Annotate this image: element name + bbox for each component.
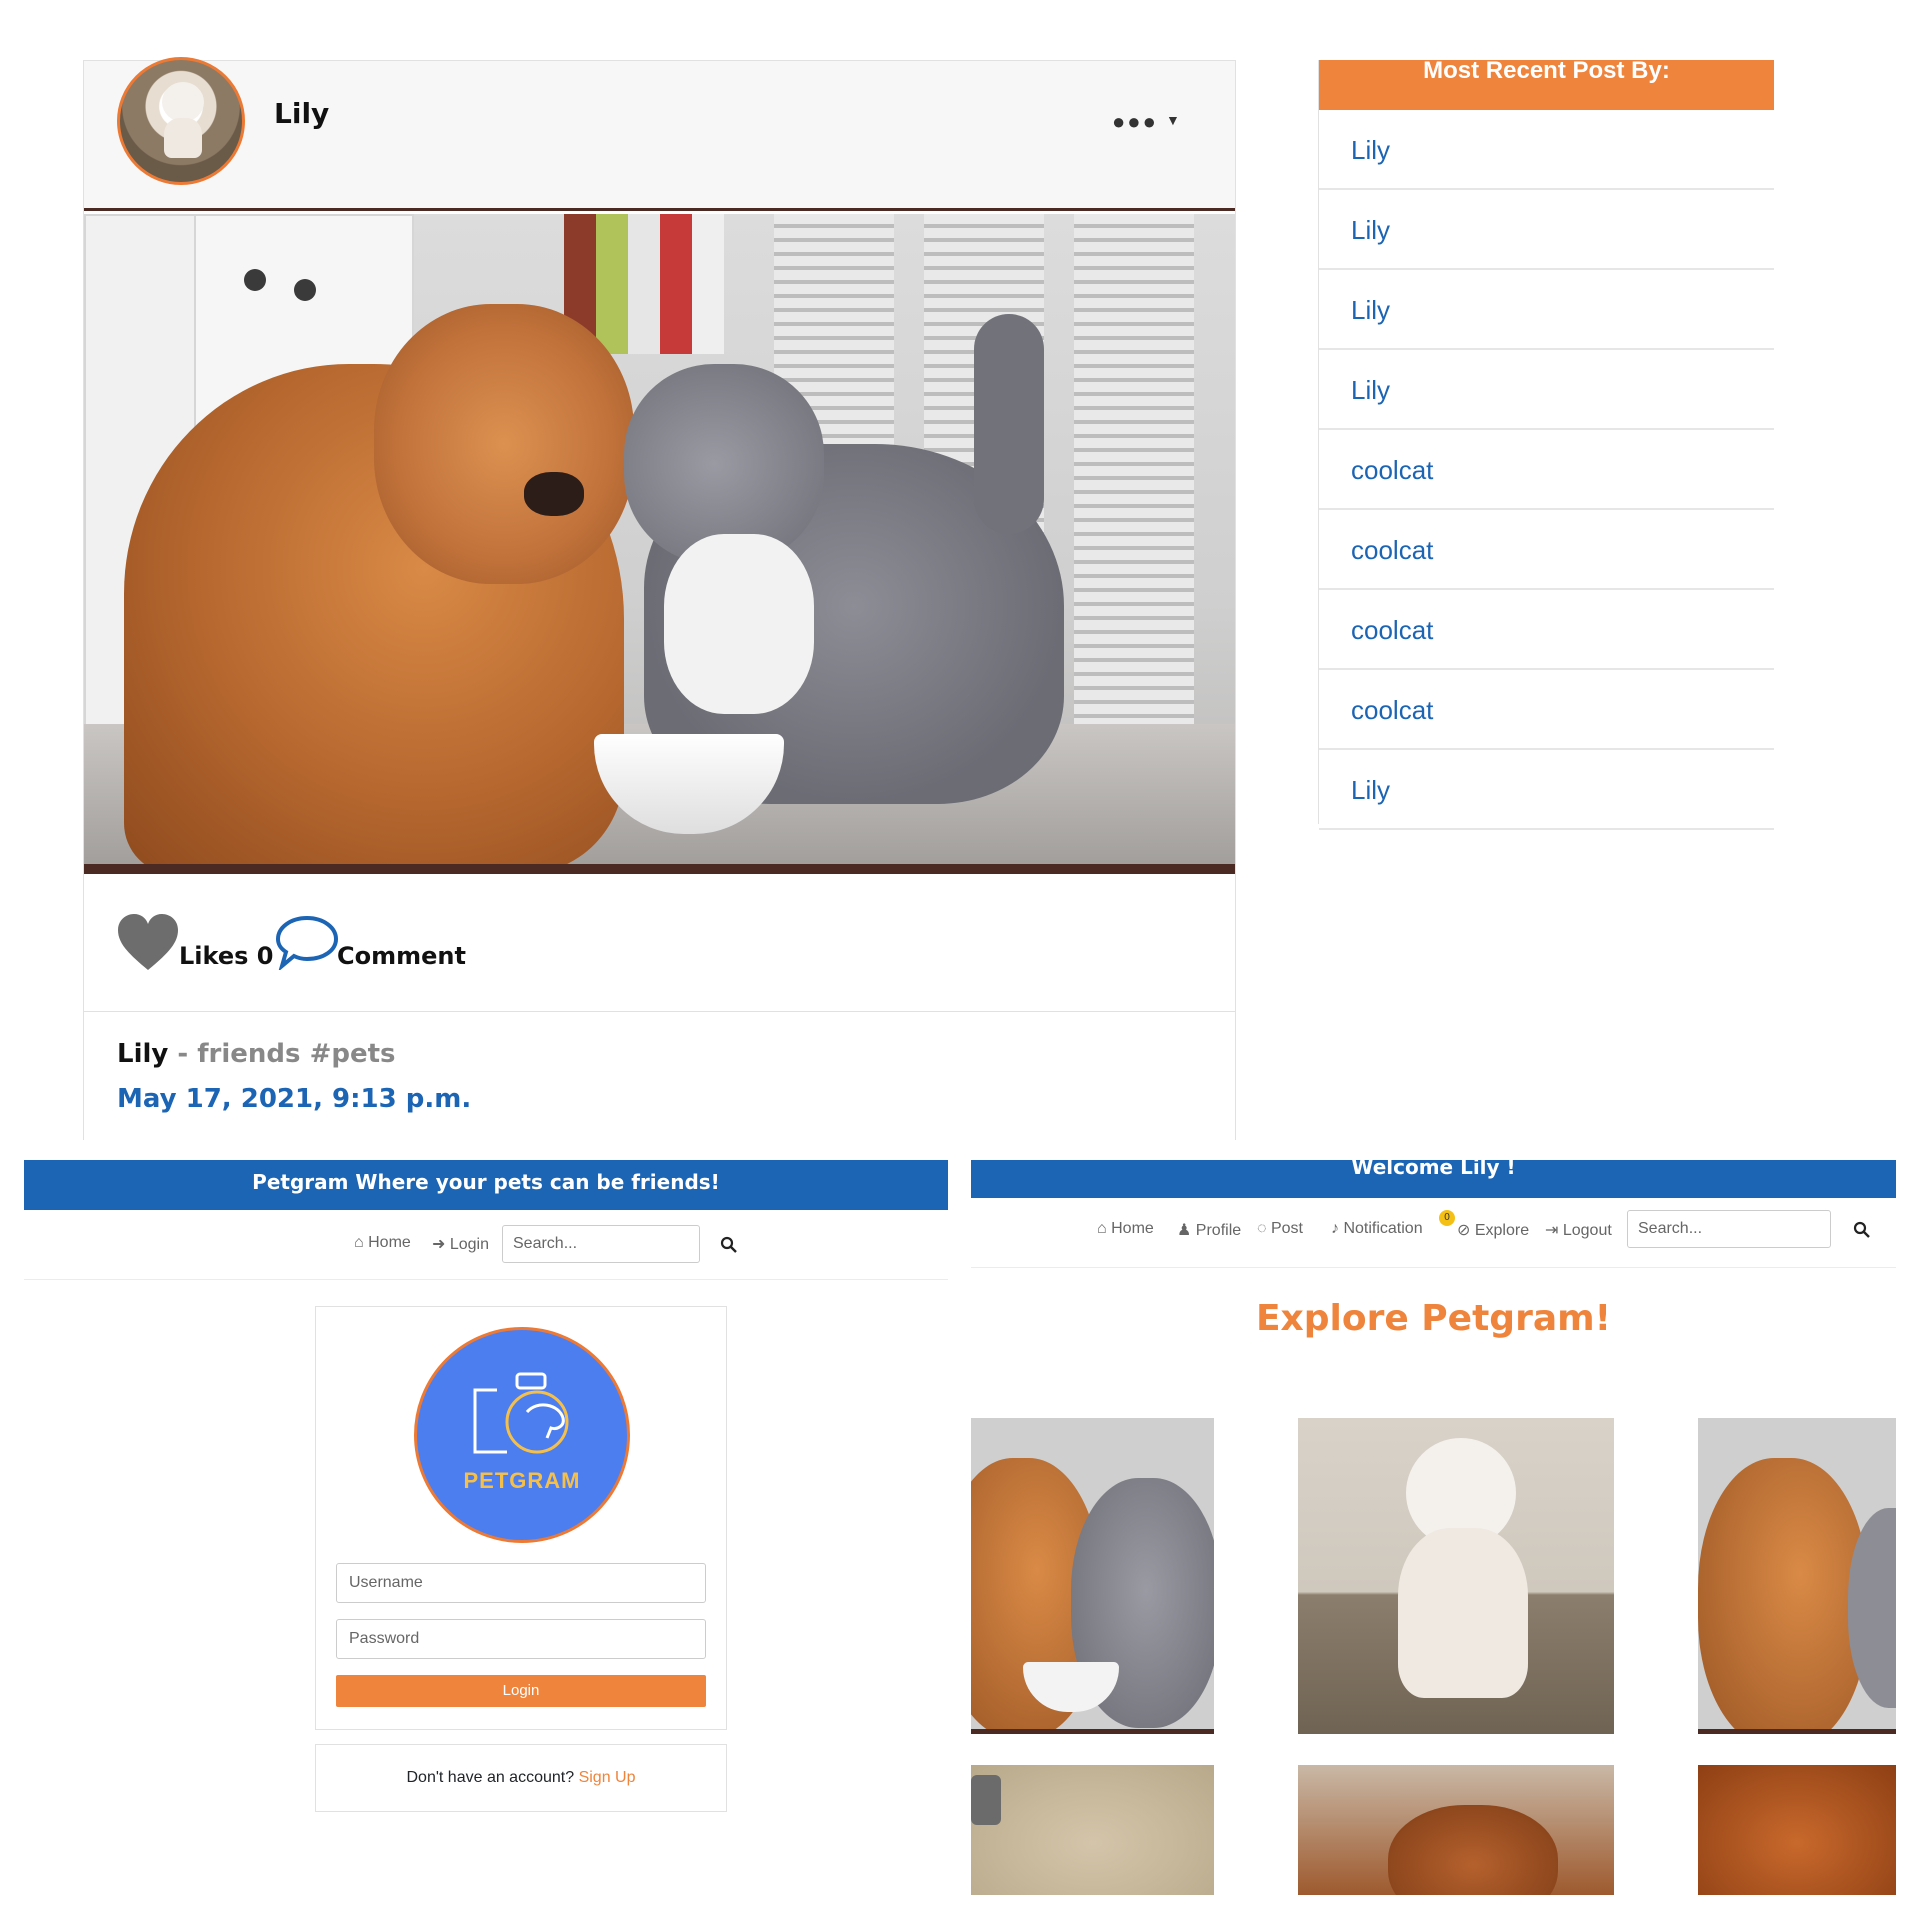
nav-notification-label: Notification [1343,1220,1423,1237]
nav-notification[interactable]: ♪ Notification [1331,1220,1423,1238]
signup-prompt: Don't have an account? [406,1769,579,1786]
search-input[interactable]: Search... [502,1225,700,1263]
post-card: Lily ●●● ▼ Likes 0 Comment Lily - friend… [83,57,1236,1140]
welcome-banner: Welcome Lily ! [971,1160,1896,1198]
recent-post-item[interactable]: coolcat [1319,670,1774,750]
pet-camera-icon [473,1372,569,1454]
recent-post-item[interactable]: Lily [1319,750,1774,830]
signup-card: Don't have an account? Sign Up [315,1744,727,1812]
avatar-dog-head [162,82,204,122]
home-icon: ⌂ [354,1234,364,1251]
petgram-logo: PETGRAM [414,1327,630,1543]
comment-icon[interactable] [274,914,340,970]
explore-title: Explore Petgram! [1255,1298,1612,1339]
avatar-dog-body [164,118,202,158]
site-banner: Petgram Where your pets can be friends! [24,1160,948,1210]
post-header: Lily ●●● ▼ [84,57,1235,211]
cabinet-knob [294,279,316,301]
explore-thumbnail[interactable] [1698,1765,1896,1895]
nav-logout[interactable]: ⇥ Logout [1545,1220,1612,1240]
bell-icon: ♪ [1331,1220,1339,1237]
post-options-menu[interactable]: ●●● ▼ [1112,109,1182,135]
caption-username[interactable]: Lily [117,1039,168,1069]
post-username[interactable]: Lily [274,97,329,130]
search-icon[interactable] [720,1236,738,1254]
search-icon[interactable] [1853,1221,1871,1239]
recent-posts-header: Most Recent Post By: [1319,59,1774,110]
nav-post[interactable]: ◌ Post [1257,1220,1303,1238]
navbar: ⌂ Home ♟ Profile ◌ Post ♪ Notification 0… [971,1198,1896,1268]
dog-figure [1398,1528,1528,1698]
recent-post-item[interactable]: Lily [1319,110,1774,190]
dog-figure [1698,1458,1868,1729]
recent-post-item[interactable]: Lily [1319,190,1774,270]
louvered-door [1074,214,1194,734]
post-caption: Lily - friends #pets [117,1039,396,1069]
home-icon: ⌂ [1097,1220,1107,1237]
recent-post-item[interactable]: Lily [1319,350,1774,430]
nav-explore[interactable]: ⊘ Explore [1457,1220,1529,1240]
nav-login-label: Login [449,1236,490,1253]
post-actions: Likes 0 Comment [84,884,1235,1012]
signup-link[interactable]: Sign Up [579,1769,636,1786]
nav-login[interactable]: ➜ Login [432,1234,489,1254]
cabinet-knob [244,269,266,291]
explore-thumbnail[interactable] [1298,1765,1614,1895]
post-photo[interactable] [84,214,1235,874]
login-card: PETGRAM Username Password Login [315,1306,727,1730]
dog-nose [524,472,584,516]
compass-icon: ⊘ [1457,1222,1471,1239]
nav-home[interactable]: ⌂ Home [1097,1220,1154,1238]
recent-post-item[interactable]: coolcat [1319,510,1774,590]
cat-chest [664,534,814,714]
explore-thumbnail[interactable] [971,1418,1214,1734]
nav-explore-label: Explore [1474,1222,1530,1239]
comments-icon: ◌ [1257,1220,1267,1237]
nav-profile-label: Profile [1195,1222,1242,1239]
username-field[interactable]: Username [336,1563,706,1603]
explore-thumbnail[interactable] [1698,1418,1896,1734]
sign-in-icon: ➜ [432,1236,446,1253]
nav-profile[interactable]: ♟ Profile [1177,1220,1241,1240]
image-overlay [971,1775,1001,1825]
notification-badge: 0 [1439,1210,1455,1226]
search-input[interactable]: Search... [1627,1210,1831,1248]
petgram-logo-text: PETGRAM [463,1468,581,1493]
explore-thumbnail[interactable] [1298,1418,1614,1734]
post-date: May 17, 2021, 9:13 p.m. [117,1084,472,1114]
nav-home-label: Home [368,1234,411,1251]
nav-post-label: Post [1270,1220,1303,1237]
avatar[interactable] [117,57,245,185]
nav-home-label: Home [1111,1220,1154,1237]
password-field[interactable]: Password [336,1619,706,1659]
heart-icon[interactable] [116,912,180,972]
nav-home[interactable]: ⌂ Home [354,1234,411,1252]
user-icon: ♟ [1177,1222,1192,1239]
dog-head [374,304,634,584]
explore-thumbnail[interactable] [971,1765,1214,1895]
caret-down-icon: ▼ [1166,112,1182,128]
recent-post-item[interactable]: coolcat [1319,590,1774,670]
comment-button[interactable]: Comment [337,942,466,970]
recent-post-item[interactable]: coolcat [1319,430,1774,510]
nav-logout-label: Logout [1562,1222,1612,1239]
dog-figure [1388,1805,1558,1895]
caption-text: - friends #pets [168,1039,396,1069]
navbar: ⌂ Home ➜ Login Search... [24,1210,948,1280]
login-button[interactable]: Login [336,1675,706,1707]
likes-count: Likes 0 [179,942,274,970]
cat-tail [974,314,1044,534]
explore-page: Welcome Lily ! ⌂ Home ♟ Profile ◌ Post ♪… [971,1160,1896,1895]
sign-out-icon: ⇥ [1545,1222,1559,1239]
recent-posts-panel: Most Recent Post By: Lily Lily Lily Lily… [1318,59,1774,830]
recent-post-item[interactable]: Lily [1319,270,1774,350]
more-icon: ●●● [1112,109,1158,134]
login-page: Petgram Where your pets can be friends! … [24,1160,948,1895]
